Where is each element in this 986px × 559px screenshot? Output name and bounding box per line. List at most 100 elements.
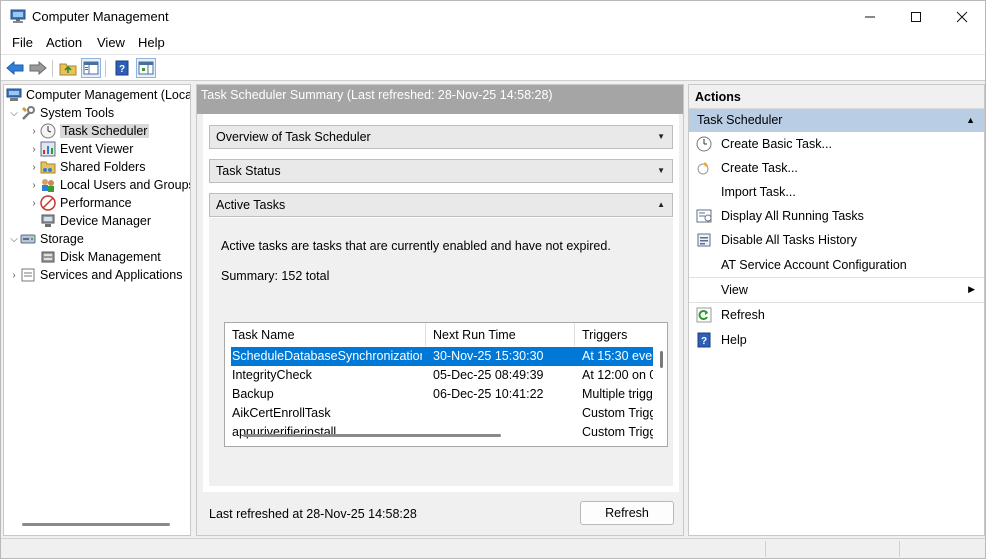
menu-view[interactable]: View xyxy=(97,35,125,50)
tree-item-storage[interactable]: ⌵ Storage xyxy=(8,230,84,248)
cell-task-name: AikCertEnrollTask xyxy=(232,406,331,420)
chevron-right-icon[interactable]: › xyxy=(28,162,40,173)
refresh-icon xyxy=(696,307,712,323)
up-folder-icon xyxy=(59,63,77,76)
close-button[interactable] xyxy=(939,1,985,32)
tree-item-system-tools[interactable]: ⌵ System Tools xyxy=(8,104,114,122)
menu-help[interactable]: Help xyxy=(138,35,165,50)
collapse-caret-up-icon[interactable]: ▲ xyxy=(657,200,665,209)
chevron-down-icon[interactable]: ⌵ xyxy=(8,234,20,245)
table-vertical-scrollbar[interactable] xyxy=(660,351,663,368)
table-row[interactable]: IntegrityCheck 05-Dec-25 08:49:39 At 12:… xyxy=(225,366,667,385)
action-label: Create Basic Task... xyxy=(721,137,832,151)
disk-management-icon xyxy=(40,249,56,265)
chevron-right-icon[interactable]: › xyxy=(28,198,40,209)
cell-triggers: Custom Trigg xyxy=(582,425,653,439)
chevron-right-icon[interactable]: › xyxy=(8,270,20,281)
tree-item-device-manager[interactable]: Device Manager xyxy=(40,212,151,230)
cell-triggers: Custom Trigg xyxy=(582,406,653,420)
actions-group-label: Task Scheduler xyxy=(697,113,783,127)
computer-management-icon xyxy=(6,87,22,103)
cell-triggers: At 15:30 every xyxy=(582,349,653,363)
tree-item-local-users-groups[interactable]: › Local Users and Groups xyxy=(28,176,190,194)
table-row[interactable]: appuriverifierinstall Custom Trigg xyxy=(225,423,667,442)
cell-triggers: Multiple trigg xyxy=(582,387,653,401)
tree-item-shared-folders[interactable]: › Shared Folders xyxy=(28,158,145,176)
show-hide-console-tree-button[interactable] xyxy=(81,58,101,78)
up-one-level-button[interactable] xyxy=(58,58,78,78)
action-create-task[interactable]: Create Task... xyxy=(689,157,984,181)
action-label: Refresh xyxy=(721,308,765,322)
maximize-button[interactable] xyxy=(893,1,939,32)
submenu-arrow-icon: ▶ xyxy=(968,284,975,294)
toolbar: ? xyxy=(1,54,985,81)
table-row[interactable]: AikCertEnrollTask Custom Trigg xyxy=(225,404,667,423)
toolbar-separator xyxy=(52,60,53,77)
chevron-right-icon[interactable]: › xyxy=(28,180,40,191)
refresh-button[interactable]: Refresh xyxy=(580,501,674,525)
menu-file[interactable]: File xyxy=(12,35,33,50)
forward-button[interactable] xyxy=(28,58,48,78)
action-import-task[interactable]: Import Task... xyxy=(689,181,984,205)
column-header-task-name[interactable]: Task Name xyxy=(225,323,426,346)
action-label: AT Service Account Configuration xyxy=(721,258,907,272)
minimize-button[interactable] xyxy=(847,1,893,32)
computer-management-app-icon xyxy=(10,9,26,23)
table-row[interactable]: Backup 06-Dec-25 10:41:22 Multiple trigg xyxy=(225,385,667,404)
status-separator xyxy=(765,541,766,557)
action-refresh[interactable]: Refresh xyxy=(689,304,984,328)
device-manager-icon xyxy=(40,213,56,229)
chevron-right-icon[interactable]: › xyxy=(28,144,40,155)
section-active-tasks[interactable]: Active Tasks ▲ xyxy=(209,193,673,217)
section-label: Overview of Task Scheduler xyxy=(216,130,371,144)
clock-icon xyxy=(40,123,56,139)
center-pane: Task Scheduler Summary (Last refreshed: … xyxy=(196,84,684,536)
action-disable-tasks-history[interactable]: Disable All Tasks History xyxy=(689,229,984,253)
column-header-next-run-time[interactable]: Next Run Time xyxy=(426,323,575,346)
performance-icon xyxy=(40,195,56,211)
running-tasks-icon xyxy=(696,208,712,224)
help-icon: ? xyxy=(696,332,712,348)
tree-item-performance[interactable]: › Performance xyxy=(28,194,132,212)
title-bar: Computer Management xyxy=(1,1,985,32)
show-hide-action-pane-icon xyxy=(138,61,154,75)
action-at-service-account[interactable]: AT Service Account Configuration xyxy=(689,254,984,278)
tree-item-computer-management[interactable]: Computer Management (Local xyxy=(6,86,190,104)
tree-item-event-viewer[interactable]: › Event Viewer xyxy=(28,140,133,158)
help-toolbar-button[interactable]: ? xyxy=(112,58,132,78)
menu-action[interactable]: Action xyxy=(46,35,82,50)
chevron-right-icon[interactable]: › xyxy=(28,126,40,137)
event-viewer-icon xyxy=(40,141,56,157)
section-task-status[interactable]: Task Status ▼ xyxy=(209,159,673,183)
tree-label: Services and Applications xyxy=(40,268,183,282)
chevron-down-icon[interactable]: ⌵ xyxy=(8,108,20,119)
section-label: Active Tasks xyxy=(216,198,286,212)
back-arrow-icon xyxy=(6,61,24,75)
action-view[interactable]: View ▶ xyxy=(689,279,984,303)
tree-item-services-applications[interactable]: › Services and Applications xyxy=(8,266,182,284)
tree-label: Performance xyxy=(60,196,132,210)
collapse-caret-up-icon[interactable]: ▲ xyxy=(966,115,975,125)
back-button[interactable] xyxy=(5,58,25,78)
table-row[interactable]: ScheduleDatabaseSynchronization 30-Nov-2… xyxy=(225,347,667,366)
toolbar-separator xyxy=(105,60,106,77)
status-separator xyxy=(899,541,900,557)
tree-item-disk-management[interactable]: Disk Management xyxy=(40,248,161,266)
collapse-caret-down-icon[interactable]: ▼ xyxy=(657,166,665,175)
tree-label: System Tools xyxy=(40,106,115,120)
active-tasks-body: Active tasks are tasks that are currentl… xyxy=(209,218,673,486)
action-help[interactable]: ? Help xyxy=(689,329,984,353)
action-create-basic-task[interactable]: Create Basic Task... xyxy=(689,133,984,157)
collapse-caret-down-icon[interactable]: ▼ xyxy=(657,132,665,141)
tree-horizontal-scrollbar[interactable] xyxy=(22,523,170,526)
show-hide-action-pane-button[interactable] xyxy=(136,58,156,78)
column-header-triggers[interactable]: Triggers xyxy=(575,323,667,346)
menu-bar: File Action View Help xyxy=(1,32,985,54)
actions-group-task-scheduler[interactable]: Task Scheduler ▲ xyxy=(689,109,984,132)
new-task-icon xyxy=(696,160,712,176)
table-horizontal-scrollbar[interactable] xyxy=(243,434,501,437)
action-display-running-tasks[interactable]: Display All Running Tasks xyxy=(689,205,984,229)
tree-item-task-scheduler[interactable]: › Task Scheduler xyxy=(28,122,150,140)
svg-text:?: ? xyxy=(119,64,125,75)
section-overview[interactable]: Overview of Task Scheduler ▼ xyxy=(209,125,673,149)
